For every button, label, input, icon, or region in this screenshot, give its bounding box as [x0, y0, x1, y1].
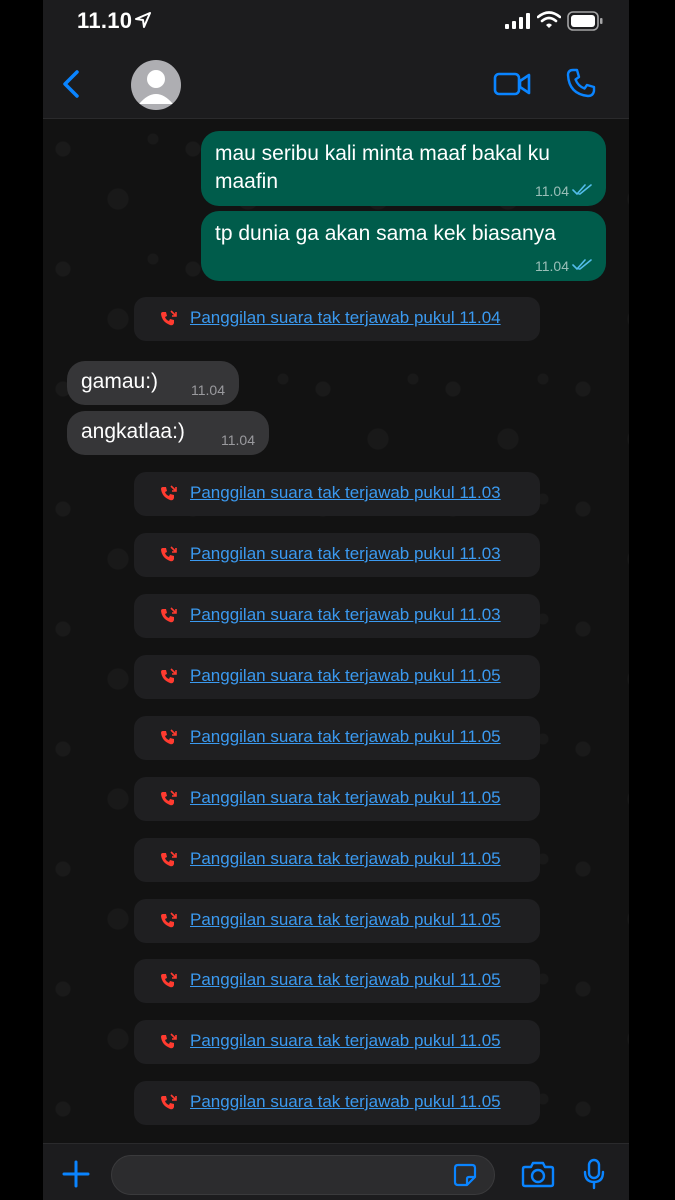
double-check-icon [572, 258, 592, 274]
missed-call-label[interactable]: Panggilan suara tak terjawab pukul 11.05 [190, 910, 501, 930]
message-meta: 11.04 [221, 432, 255, 448]
missed-call-icon [160, 729, 178, 752]
missed-call-notice[interactable]: Panggilan suara tak terjawab pukul 11.05 [134, 899, 540, 943]
missed-call-icon [160, 668, 178, 691]
missed-call-icon [160, 790, 178, 813]
missed-call-notice[interactable]: Panggilan suara tak terjawab pukul 11.05 [134, 838, 540, 882]
back-chevron-icon[interactable] [59, 66, 83, 102]
avatar[interactable] [131, 60, 181, 110]
phone-screen: 11.10 mau seribu kali minta maaf bakal k… [43, 0, 629, 1200]
missed-call-notice[interactable]: Panggilan suara tak terjawab pukul 11.03 [134, 594, 540, 638]
missed-call-notice[interactable]: Panggilan suara tak terjawab pukul 11.05 [134, 716, 540, 760]
missed-call-icon [160, 912, 178, 935]
missed-call-label[interactable]: Panggilan suara tak terjawab pukul 11.03 [190, 483, 501, 503]
outgoing-message[interactable]: mau seribu kali minta maaf bakal ku maaf… [201, 131, 606, 206]
battery-icon [567, 11, 603, 36]
incoming-message[interactable]: angkatlaa:) 11.04 [67, 411, 269, 455]
missed-call-icon [160, 972, 178, 995]
missed-call-notice[interactable]: Panggilan suara tak terjawab pukul 11.05 [134, 655, 540, 699]
missed-call-notice[interactable]: Panggilan suara tak terjawab pukul 11.05 [134, 1081, 540, 1125]
missed-call-notice[interactable]: Panggilan suara tak terjawab pukul 11.03 [134, 533, 540, 577]
missed-call-label[interactable]: Panggilan suara tak terjawab pukul 11.05 [190, 1092, 501, 1112]
composer-bar [43, 1143, 629, 1200]
missed-call-icon [160, 1094, 178, 1117]
missed-call-icon [160, 607, 178, 630]
chat-area[interactable]: mau seribu kali minta maaf bakal ku maaf… [43, 119, 629, 1143]
missed-call-notice[interactable]: Panggilan suara tak terjawab pukul 11.05 [134, 959, 540, 1003]
missed-call-notice[interactable]: Panggilan suara tak terjawab pukul 11.03 [134, 472, 540, 516]
missed-call-label[interactable]: Panggilan suara tak terjawab pukul 11.05 [190, 849, 501, 869]
message-text: tp dunia ga akan sama kek biasanya [215, 222, 556, 245]
sticker-icon[interactable] [453, 1163, 477, 1192]
message-input[interactable] [126, 1162, 450, 1190]
message-time: 11.04 [221, 432, 255, 448]
message-time: 11.04 [191, 382, 225, 398]
phone-icon[interactable] [565, 67, 597, 104]
missed-call-icon [160, 485, 178, 508]
message-input-field[interactable] [111, 1155, 495, 1195]
message-meta: 11.04 [535, 183, 592, 199]
signal-icon [505, 13, 531, 34]
message-time: 11.04 [535, 183, 569, 199]
missed-call-icon [160, 851, 178, 874]
missed-call-notice[interactable]: Panggilan suara tak terjawab pukul 11.05 [134, 777, 540, 821]
location-arrow-icon [135, 12, 151, 33]
video-call-icon[interactable] [493, 70, 531, 103]
microphone-icon[interactable] [583, 1158, 605, 1195]
missed-call-icon [160, 310, 178, 333]
contact-name[interactable] [195, 72, 495, 96]
missed-call-label[interactable]: Panggilan suara tak terjawab pukul 11.03 [190, 544, 501, 564]
chat-header [43, 48, 629, 119]
missed-call-label[interactable]: Panggilan suara tak terjawab pukul 11.04 [190, 308, 501, 328]
missed-call-notice[interactable]: Panggilan suara tak terjawab pukul 11.04 [134, 297, 540, 341]
avatar-icon [139, 70, 173, 104]
camera-icon[interactable] [521, 1160, 555, 1193]
status-time: 11.10 [77, 8, 133, 33]
plus-icon[interactable] [62, 1160, 90, 1193]
wifi-icon [536, 11, 562, 34]
message-meta: 11.04 [535, 258, 592, 274]
missed-call-label[interactable]: Panggilan suara tak terjawab pukul 11.05 [190, 788, 501, 808]
missed-call-label[interactable]: Panggilan suara tak terjawab pukul 11.05 [190, 666, 501, 686]
missed-call-label[interactable]: Panggilan suara tak terjawab pukul 11.05 [190, 1031, 501, 1051]
message-text: mau seribu kali minta maaf bakal ku maaf… [215, 142, 550, 193]
message-meta: 11.04 [191, 382, 225, 398]
message-time: 11.04 [535, 258, 569, 274]
missed-call-notice[interactable]: Panggilan suara tak terjawab pukul 11.05 [134, 1020, 540, 1064]
missed-call-label[interactable]: Panggilan suara tak terjawab pukul 11.05 [190, 970, 501, 990]
status-bar: 11.10 [43, 0, 629, 48]
missed-call-icon [160, 546, 178, 569]
missed-call-label[interactable]: Panggilan suara tak terjawab pukul 11.05 [190, 727, 501, 747]
missed-call-label[interactable]: Panggilan suara tak terjawab pukul 11.03 [190, 605, 501, 625]
missed-call-icon [160, 1033, 178, 1056]
incoming-message[interactable]: gamau:) 11.04 [67, 361, 239, 405]
outgoing-message[interactable]: tp dunia ga akan sama kek biasanya 11.04 [201, 211, 606, 281]
double-check-icon [572, 183, 592, 199]
